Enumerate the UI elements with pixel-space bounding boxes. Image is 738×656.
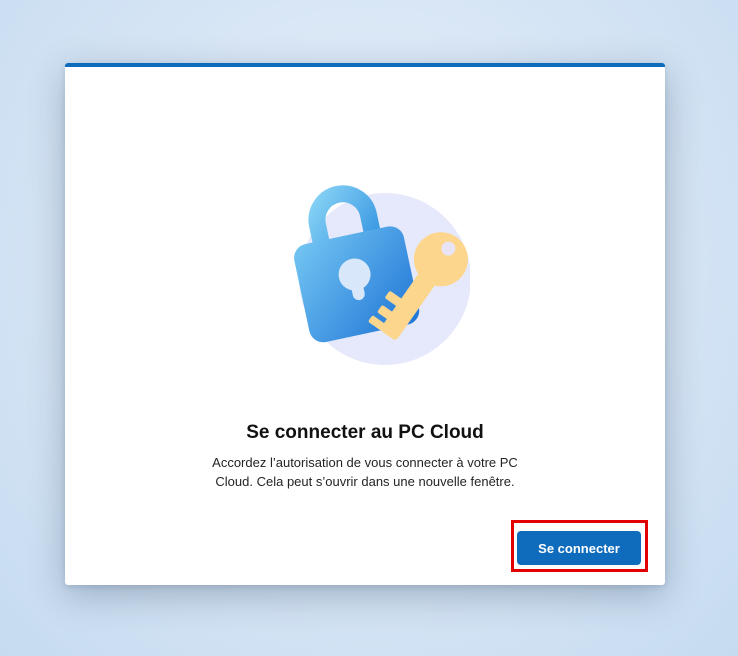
dialog-description: Accordez l’autorisation de vous connecte… <box>212 455 518 489</box>
lock-key-icon <box>270 167 470 367</box>
connect-button[interactable]: Se connecter <box>517 531 641 565</box>
dialog-title: Se connecter au PC Cloud <box>246 422 484 443</box>
connect-dialog: Se connecter au PC Cloud Accordez l’auto… <box>65 63 665 585</box>
